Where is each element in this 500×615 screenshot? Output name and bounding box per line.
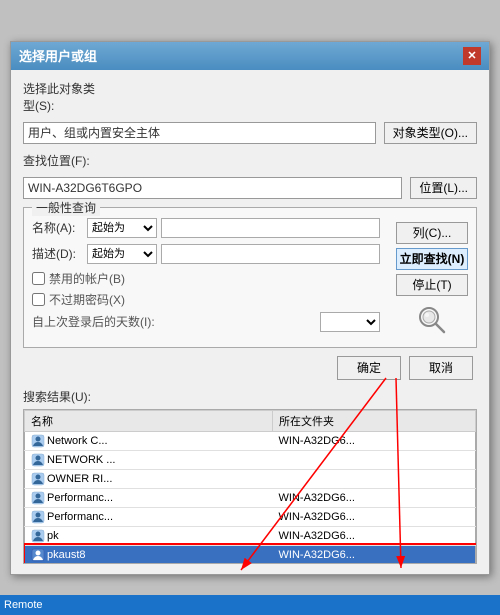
days-label: 自上次登录后的天数(I): bbox=[32, 313, 316, 330]
group-inner: 名称(A): 起始为 描述(D): 起始为 bbox=[32, 218, 468, 339]
table-cell-name: NETWORK ... bbox=[25, 450, 273, 469]
table-cell-name: Performanc... bbox=[25, 488, 273, 507]
desc-row: 描述(D): 起始为 bbox=[32, 244, 380, 264]
cancel-button[interactable]: 取消 bbox=[409, 356, 473, 380]
general-query-group: 一般性查询 名称(A): 起始为 bbox=[23, 207, 477, 348]
table-row[interactable]: Performanc...WIN-A32DG6... bbox=[25, 507, 476, 526]
table-cell-folder: WIN-A32DG6... bbox=[273, 545, 476, 564]
results-table-container[interactable]: 名称 所在文件夹 Network C...WIN-A32DG6... NETWO… bbox=[23, 409, 477, 564]
search-button[interactable]: 立即查找(N) bbox=[396, 248, 468, 270]
days-row: 自上次登录后的天数(I): bbox=[32, 312, 380, 332]
table-cell-folder: WIN-A32DG6... bbox=[273, 507, 476, 526]
taskbar-text: Remote bbox=[4, 599, 43, 611]
stop-button[interactable]: 停止(T) bbox=[396, 274, 468, 296]
right-buttons: 列(C)... 立即查找(N) 停止(T) bbox=[396, 222, 468, 339]
disabled-checkbox-label: 禁用的帐户(B) bbox=[49, 270, 125, 287]
results-table: 名称 所在文件夹 Network C...WIN-A32DG6... NETWO… bbox=[24, 410, 476, 564]
table-row[interactable]: OWNER RI... bbox=[25, 469, 476, 488]
location-label-row: 查找位置(F): bbox=[23, 152, 477, 169]
table-row[interactable]: pkaust8WIN-A32DG6... bbox=[25, 545, 476, 564]
days-select[interactable] bbox=[320, 312, 380, 332]
col-name-header: 名称 bbox=[25, 410, 273, 431]
noexpiry-checkbox[interactable] bbox=[32, 293, 45, 306]
location-input-row: 位置(L)... bbox=[23, 177, 477, 199]
title-bar: 选择用户或组 ✕ bbox=[11, 42, 489, 70]
table-row[interactable]: Performanc...WIN-A32DG6... bbox=[25, 488, 476, 507]
disabled-checkbox[interactable] bbox=[32, 272, 45, 285]
object-type-row: 选择此对象类型(S): bbox=[23, 80, 477, 114]
name-label: 名称(A): bbox=[32, 219, 87, 236]
table-row[interactable]: pkWIN-A32DG6... bbox=[25, 526, 476, 545]
name-input[interactable] bbox=[161, 218, 380, 238]
table-cell-name: OWNER RI... bbox=[25, 469, 273, 488]
ok-cancel-buttons: 确定 取消 bbox=[23, 356, 477, 380]
close-button[interactable]: ✕ bbox=[463, 47, 481, 65]
search-icon bbox=[396, 304, 468, 339]
col-folder-header: 所在文件夹 bbox=[273, 410, 476, 431]
name-row: 名称(A): 起始为 bbox=[32, 218, 380, 238]
noexpiry-checkbox-row: 不过期密码(X) bbox=[32, 291, 380, 308]
desc-input[interactable] bbox=[161, 244, 380, 264]
location-button[interactable]: 位置(L)... bbox=[410, 177, 477, 199]
location-label: 查找位置(F): bbox=[23, 152, 103, 169]
table-cell-folder bbox=[273, 450, 476, 469]
object-type-input-row: 对象类型(O)... bbox=[23, 122, 477, 144]
disabled-checkbox-row: 禁用的帐户(B) bbox=[32, 270, 380, 287]
desc-label: 描述(D): bbox=[32, 245, 87, 262]
location-input[interactable] bbox=[23, 177, 402, 199]
dialog-body: 选择此对象类型(S): 对象类型(O)... 查找位置(F): 位置(L)...… bbox=[11, 70, 489, 574]
object-type-button[interactable]: 对象类型(O)... bbox=[384, 122, 477, 144]
table-cell-folder: WIN-A32DG6... bbox=[273, 526, 476, 545]
name-select[interactable]: 起始为 bbox=[87, 218, 157, 238]
table-cell-name: Performanc... bbox=[25, 507, 273, 526]
results-label: 搜索结果(U): bbox=[23, 388, 477, 405]
select-user-dialog: 选择用户或组 ✕ 选择此对象类型(S): 对象类型(O)... 查找位置(F):… bbox=[10, 41, 490, 575]
table-cell-name: Network C... bbox=[25, 431, 273, 450]
table-cell-name: pk bbox=[25, 526, 273, 545]
table-cell-folder: WIN-A32DG6... bbox=[273, 488, 476, 507]
object-type-label: 选择此对象类型(S): bbox=[23, 80, 103, 114]
noexpiry-checkbox-label: 不过期密码(X) bbox=[49, 291, 125, 308]
group-title: 一般性查询 bbox=[32, 199, 100, 216]
col-button[interactable]: 列(C)... bbox=[396, 222, 468, 244]
ok-button[interactable]: 确定 bbox=[337, 356, 401, 380]
table-cell-folder bbox=[273, 469, 476, 488]
taskbar: Remote bbox=[0, 595, 500, 615]
table-cell-name: pkaust8 bbox=[25, 545, 273, 564]
results-section: 搜索结果(U): 名称 所在文件夹 Network C...WIN-A32DG6… bbox=[23, 388, 477, 564]
desc-select[interactable]: 起始为 bbox=[87, 244, 157, 264]
table-cell-folder: WIN-A32DG6... bbox=[273, 431, 476, 450]
table-row[interactable]: NETWORK ... bbox=[25, 450, 476, 469]
object-type-input[interactable] bbox=[23, 122, 376, 144]
table-row[interactable]: Network C...WIN-A32DG6... bbox=[25, 431, 476, 450]
dialog-title: 选择用户或组 bbox=[19, 46, 97, 65]
